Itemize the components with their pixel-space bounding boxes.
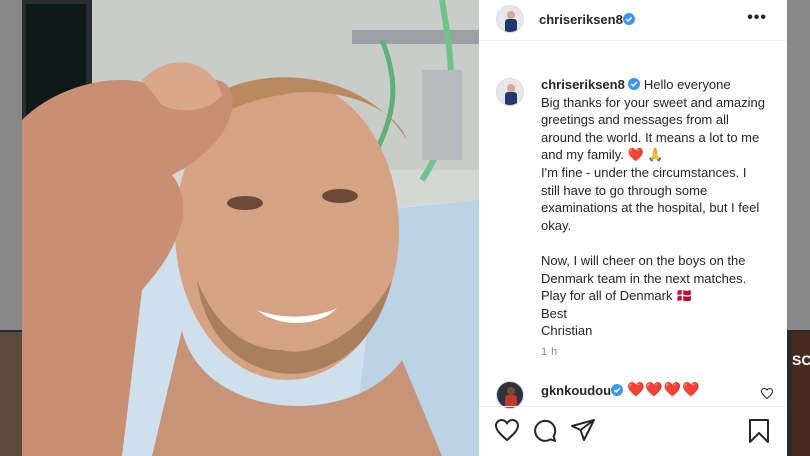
caption-line: Denmark team in the next matches. [541,270,747,286]
caption-author-avatar[interactable] [496,78,524,106]
post-timestamp[interactable]: 1 h [541,346,558,358]
caption-line: still have to go through some [541,182,708,198]
caption-line: Hello everyone [643,77,731,92]
caption-line: Now, I will cheer on the boys on the [541,252,746,268]
background-thumbnail-text: SC [792,352,810,368]
caption-line: examinations at the hospital, but I feel [541,200,760,216]
caption-line: Play for all of Denmark 🇩🇰 [541,288,693,304]
caption-line: Best [541,305,568,321]
caption-line: around the world. It means a lot to me [541,129,760,145]
action-bar [479,406,787,456]
commenter-username[interactable]: gknkoudou [541,383,611,398]
caption-verified-icon [627,78,640,90]
caption-line: Christian [541,323,593,339]
more-options-icon[interactable]: ••• [747,10,767,26]
comment-icon[interactable] [533,419,557,443]
post-modal: chriseriksen8 ••• chriseriksen8 Hello eve… [22,0,787,456]
bookmark-icon[interactable] [749,419,769,443]
comment-like-heart-icon[interactable] [761,388,773,399]
share-icon[interactable] [571,419,595,441]
caption-line: greetings and messages from all [541,112,729,128]
like-heart-icon[interactable] [495,419,519,441]
caption-line: okay. [541,217,572,233]
author-username[interactable]: chriseriksen8 [539,12,623,27]
commenter-avatar[interactable] [496,381,524,409]
background-thumbnail-left [0,332,22,456]
verified-badge-icon [623,13,635,25]
post-caption: chriseriksen8 Hello everyone Big thanks f… [541,76,771,340]
comment-row: gknkoudou ❤️❤️❤️❤️ [479,378,787,409]
caption-line: and my family. ❤️ 🙏 [541,147,664,163]
commenter-verified-icon [611,384,623,396]
author-avatar[interactable] [496,5,524,33]
caption-author[interactable]: chriseriksen8 [541,77,625,92]
post-photo-image [22,0,479,456]
comment-text: ❤️❤️❤️❤️ [627,381,701,397]
background-thumbnail-right: SC [792,332,810,456]
post-photo [22,0,479,456]
post-header: chriseriksen8 ••• [479,0,787,41]
caption-line: Big thanks for your sweet and amazing [541,94,766,110]
post-sidebar: chriseriksen8 ••• chriseriksen8 Hello eve… [479,0,787,456]
caption-line: I'm fine - under the circumstances. I [541,164,747,180]
